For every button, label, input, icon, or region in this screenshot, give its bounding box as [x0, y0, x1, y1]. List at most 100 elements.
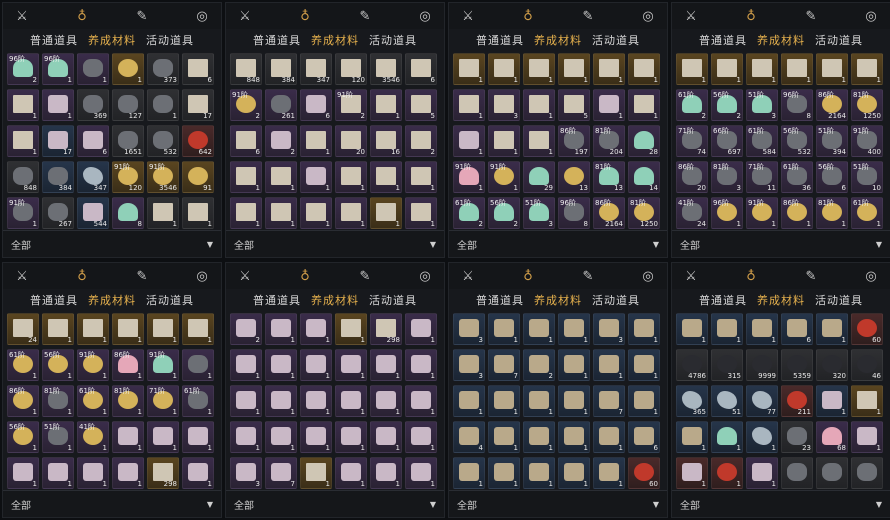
item-slot[interactable]: 1: [335, 457, 367, 489]
item-slot[interactable]: 1: [230, 161, 262, 193]
item-slot[interactable]: 1: [676, 53, 708, 85]
item-slot[interactable]: 60: [628, 457, 660, 489]
item-slot[interactable]: 86阶 1: [112, 349, 144, 381]
item-slot[interactable]: 642: [182, 125, 214, 157]
ring-icon[interactable]: ◎: [862, 267, 880, 285]
item-slot[interactable]: 1: [453, 125, 485, 157]
item-slot[interactable]: 1: [335, 161, 367, 193]
item-slot[interactable]: 347: [300, 53, 332, 85]
item-slot[interactable]: 1: [488, 125, 520, 157]
item-slot[interactable]: 1: [523, 421, 555, 453]
item-slot[interactable]: 91阶 1: [7, 197, 39, 229]
item-slot[interactable]: 1: [265, 161, 297, 193]
item-slot[interactable]: 3546: [370, 53, 402, 85]
item-slot[interactable]: 81阶 1: [42, 385, 74, 417]
item-slot[interactable]: 1: [265, 421, 297, 453]
item-slot[interactable]: 1: [711, 421, 743, 453]
item-slot[interactable]: 1651: [112, 125, 144, 157]
item-slot[interactable]: 60: [851, 313, 883, 345]
gourd-icon[interactable]: ♁: [73, 7, 91, 25]
item-slot[interactable]: 1: [488, 385, 520, 417]
item-slot[interactable]: 1: [182, 197, 214, 229]
item-slot[interactable]: 96阶 8: [781, 89, 813, 121]
item-slot[interactable]: 61阶 584: [746, 125, 778, 157]
filter-dropdown[interactable]: 全部 ▼: [226, 490, 444, 517]
tab-growth-materials[interactable]: 养成材料: [534, 32, 582, 48]
item-slot[interactable]: 1: [523, 125, 555, 157]
item-slot[interactable]: 1: [405, 385, 437, 417]
item-slot[interactable]: 61阶 36: [781, 161, 813, 193]
item-slot[interactable]: 1: [405, 197, 437, 229]
item-slot[interactable]: 1: [370, 197, 402, 229]
item-slot[interactable]: 1: [42, 89, 74, 121]
item-slot[interactable]: 3: [230, 457, 262, 489]
tab-normal-items[interactable]: 普通道具: [30, 292, 78, 308]
item-slot[interactable]: 91阶 3546: [147, 161, 179, 193]
item-slot[interactable]: 1: [147, 89, 179, 121]
item-slot[interactable]: 6: [628, 421, 660, 453]
item-slot[interactable]: 14: [628, 161, 660, 193]
item-slot[interactable]: 51阶 1: [42, 421, 74, 453]
tab-event-items[interactable]: 活动道具: [815, 292, 863, 308]
item-slot[interactable]: 1: [77, 457, 109, 489]
filter-dropdown[interactable]: 全部 ▼: [672, 490, 890, 517]
item-slot[interactable]: 71阶 11: [746, 161, 778, 193]
item-slot[interactable]: 9999: [746, 349, 778, 381]
gourd-icon[interactable]: ♁: [296, 7, 314, 25]
item-slot[interactable]: 848: [7, 161, 39, 193]
item-slot[interactable]: 7: [593, 385, 625, 417]
item-slot[interactable]: 23: [781, 421, 813, 453]
scroll-icon[interactable]: ✎: [356, 7, 374, 25]
item-slot[interactable]: 1: [7, 457, 39, 489]
gourd-icon[interactable]: ♁: [519, 7, 537, 25]
item-slot[interactable]: 1: [300, 125, 332, 157]
item-slot[interactable]: 1: [370, 457, 402, 489]
item-slot[interactable]: 1: [182, 421, 214, 453]
item-slot[interactable]: 3: [453, 349, 485, 381]
item-slot[interactable]: 71阶 74: [676, 125, 708, 157]
item-slot[interactable]: 1: [77, 313, 109, 345]
item-slot[interactable]: 1: [147, 313, 179, 345]
item-slot[interactable]: 86阶 197: [558, 125, 590, 157]
item-slot[interactable]: 91阶 1: [77, 349, 109, 381]
item-slot[interactable]: 1: [816, 385, 848, 417]
item-slot[interactable]: 6: [300, 89, 332, 121]
item-slot[interactable]: 1: [558, 349, 590, 381]
item-slot[interactable]: 1: [112, 457, 144, 489]
tab-growth-materials[interactable]: 养成材料: [757, 32, 805, 48]
item-slot[interactable]: 1: [488, 313, 520, 345]
item-slot[interactable]: 91阶 400: [851, 125, 883, 157]
item-slot[interactable]: 1: [593, 457, 625, 489]
item-slot[interactable]: 1: [182, 349, 214, 381]
tab-normal-items[interactable]: 普通道具: [699, 292, 747, 308]
item-slot[interactable]: 1: [112, 421, 144, 453]
item-slot[interactable]: 1: [628, 313, 660, 345]
item-slot[interactable]: 2: [230, 313, 262, 345]
item-slot[interactable]: 46: [851, 349, 883, 381]
item-slot[interactable]: 1: [405, 421, 437, 453]
tab-normal-items[interactable]: 普通道具: [30, 32, 78, 48]
item-slot[interactable]: 1: [42, 313, 74, 345]
item-slot[interactable]: 56阶 532: [781, 125, 813, 157]
crossed-swords-icon[interactable]: ⚔: [682, 7, 700, 25]
item-slot[interactable]: 1: [746, 457, 778, 489]
tab-event-items[interactable]: 活动道具: [369, 292, 417, 308]
item-slot[interactable]: 3: [453, 313, 485, 345]
item-slot[interactable]: 1: [523, 313, 555, 345]
item-slot[interactable]: 66阶 697: [711, 125, 743, 157]
item-slot[interactable]: 96阶 8: [558, 197, 590, 229]
item-slot[interactable]: 51阶 394: [816, 125, 848, 157]
filter-dropdown[interactable]: 全部 ▼: [672, 230, 890, 257]
item-slot[interactable]: 1: [453, 89, 485, 121]
item-slot[interactable]: 96阶 2: [7, 53, 39, 85]
item-slot[interactable]: 1: [265, 313, 297, 345]
item-slot[interactable]: 1: [335, 197, 367, 229]
item-slot[interactable]: 1: [593, 53, 625, 85]
item-slot[interactable]: 1: [265, 385, 297, 417]
crossed-swords-icon[interactable]: ⚔: [682, 267, 700, 285]
item-slot[interactable]: 1: [453, 457, 485, 489]
item-slot[interactable]: 68: [816, 421, 848, 453]
scroll-icon[interactable]: ✎: [802, 267, 820, 285]
scroll-icon[interactable]: ✎: [579, 267, 597, 285]
item-slot[interactable]: 1: [523, 53, 555, 85]
